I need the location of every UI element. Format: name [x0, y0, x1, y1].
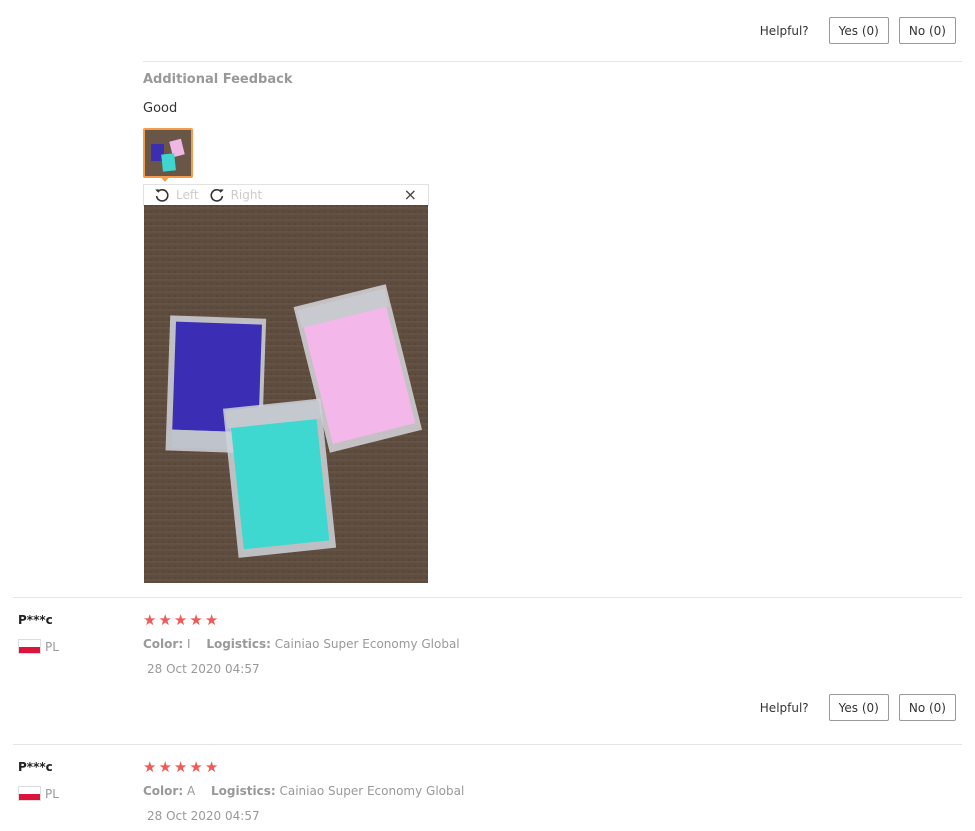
poland-flag-icon — [18, 786, 41, 801]
divider — [13, 597, 962, 598]
helpful-row: Helpful? Yes (0) No (0) — [760, 694, 956, 721]
color-label: Color: — [143, 784, 184, 798]
rotate-right-icon — [210, 188, 224, 202]
reviewer-country: PL — [18, 639, 59, 654]
logistics-value: Cainiao Super Economy Global — [274, 637, 460, 651]
poland-flag-icon — [18, 639, 41, 654]
color-label: Color: — [143, 637, 184, 651]
review-info: Color: I Logistics: Cainiao Super Econom… — [143, 637, 460, 651]
rotate-left-icon — [155, 188, 169, 202]
photo-viewer-toolbar: Left Right × — [143, 184, 429, 206]
star-icon: ★ — [173, 758, 188, 776]
rotate-right-button[interactable]: Right — [209, 187, 263, 203]
divider — [143, 61, 962, 62]
rotate-left-button[interactable]: Left — [154, 187, 199, 203]
logistics-label: Logistics: — [211, 784, 276, 798]
star-icon: ★ — [158, 611, 172, 629]
country-code: PL — [45, 786, 59, 801]
color-value: A — [186, 784, 196, 798]
star-rating: ★ ★ ★ ★ ★ — [143, 760, 220, 775]
review-date: 28 Oct 2020 04:57 — [147, 662, 260, 676]
review-photo-large — [144, 205, 428, 583]
logistics-value: Cainiao Super Economy Global — [279, 784, 465, 798]
thumbnail-pointer — [160, 176, 170, 182]
reviewer-name: P***c — [18, 613, 53, 627]
review-photo-thumbnail[interactable] — [143, 128, 193, 178]
helpful-no-button[interactable]: No (0) — [898, 17, 956, 44]
divider — [13, 744, 962, 745]
star-icon: ★ — [143, 758, 157, 776]
logistics-label: Logistics: — [206, 637, 271, 651]
rotate-right-label: Right — [230, 188, 263, 202]
star-icon: ★ — [158, 758, 172, 776]
reviewer-country: PL — [18, 786, 59, 801]
helpful-label: Helpful? — [759, 23, 809, 38]
helpful-yes-button[interactable]: Yes (0) — [828, 694, 889, 721]
star-icon: ★ — [204, 611, 219, 629]
helpful-no-button[interactable]: No (0) — [898, 694, 956, 721]
helpful-yes-button[interactable]: Yes (0) — [828, 17, 889, 44]
additional-feedback-title: Additional Feedback — [143, 72, 293, 87]
helpful-label: Helpful? — [759, 700, 809, 715]
country-code: PL — [45, 639, 59, 654]
additional-feedback-text: Good — [143, 101, 178, 116]
review-info: Color: A Logistics: Cainiao Super Econom… — [143, 784, 464, 798]
rotate-left-label: Left — [176, 188, 199, 202]
review-date: 28 Oct 2020 04:57 — [147, 809, 260, 823]
star-icon: ★ — [204, 758, 219, 776]
star-rating: ★ ★ ★ ★ ★ — [143, 613, 220, 628]
star-icon: ★ — [189, 758, 203, 776]
close-viewer-icon[interactable]: × — [404, 187, 417, 203]
star-icon: ★ — [143, 611, 157, 629]
helpful-row: Helpful? Yes (0) No (0) — [760, 17, 956, 44]
star-icon: ★ — [189, 611, 203, 629]
star-icon: ★ — [173, 611, 188, 629]
reviewer-name: P***c — [18, 760, 53, 774]
color-value: I — [186, 637, 191, 651]
